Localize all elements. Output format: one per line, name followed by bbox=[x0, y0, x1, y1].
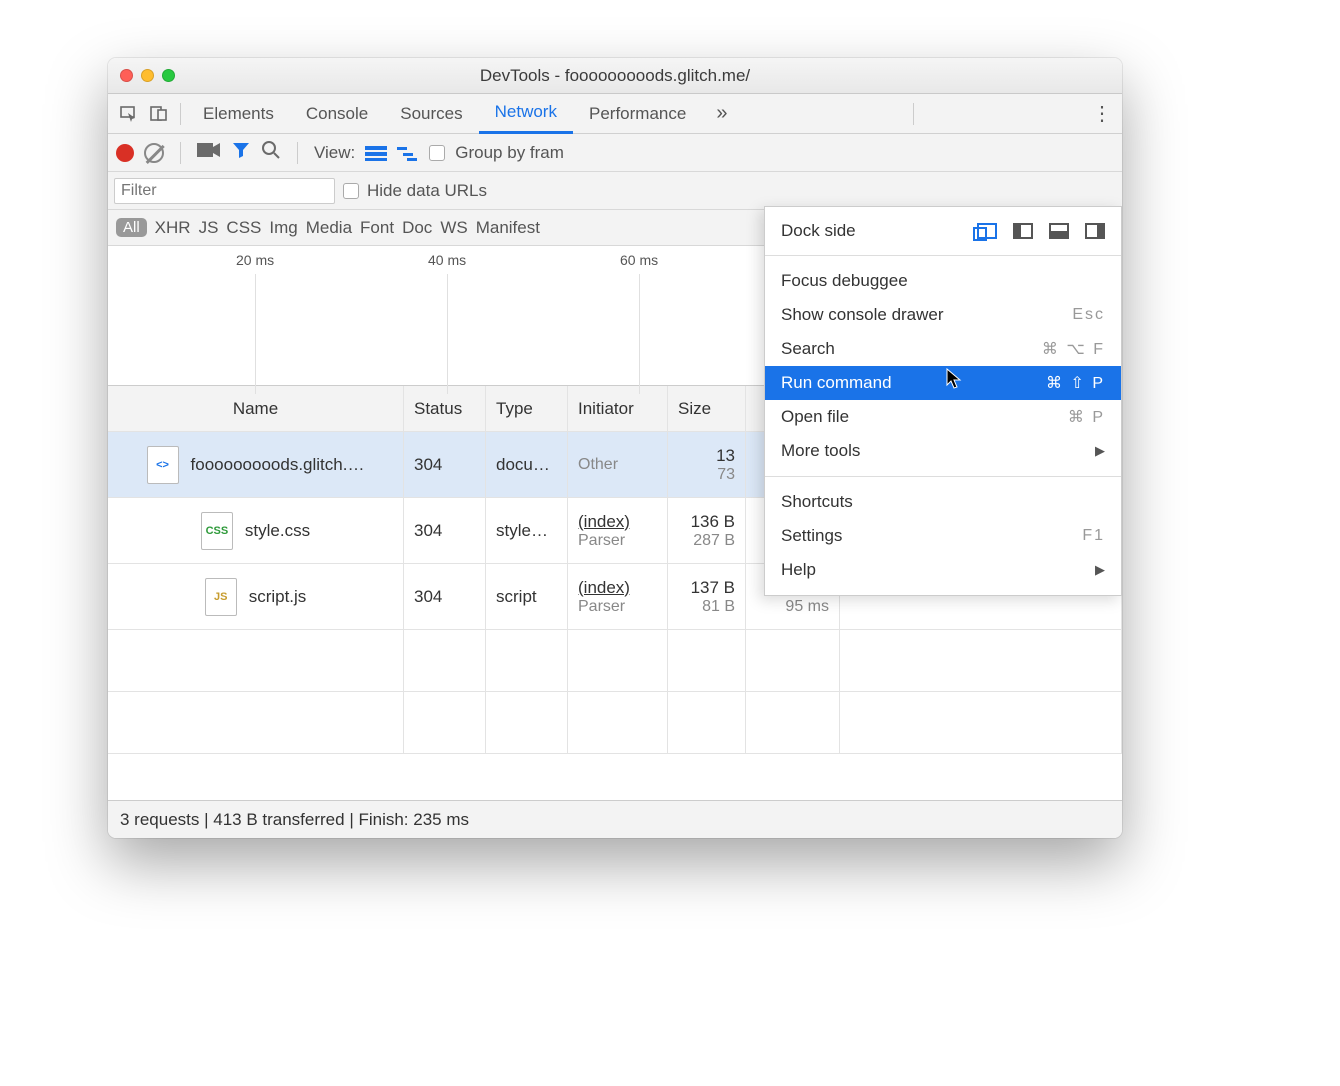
menu-item-open-file[interactable]: Open file⌘ P bbox=[765, 400, 1121, 434]
inspect-icon[interactable] bbox=[114, 99, 144, 129]
menu-item-focus-debuggee[interactable]: Focus debuggee bbox=[765, 264, 1121, 298]
filter-icon[interactable] bbox=[231, 140, 251, 165]
menu-item-run-command[interactable]: Run command⌘ ⇧ P bbox=[765, 366, 1121, 400]
table-row bbox=[108, 692, 1122, 754]
type-filter-img[interactable]: Img bbox=[269, 218, 297, 238]
col-initiator[interactable]: Initiator bbox=[568, 386, 668, 431]
col-status[interactable]: Status bbox=[404, 386, 486, 431]
view-label: View: bbox=[314, 143, 355, 163]
tab-network[interactable]: Network bbox=[479, 94, 573, 134]
status-text: 3 requests | 413 B transferred | Finish:… bbox=[120, 810, 469, 830]
type-filter-media[interactable]: Media bbox=[306, 218, 352, 238]
dock-right-icon[interactable] bbox=[1085, 223, 1105, 239]
cursor-icon bbox=[946, 368, 964, 396]
timeline-tick: 40 ms bbox=[428, 252, 466, 268]
col-size[interactable]: Size bbox=[668, 386, 746, 431]
group-checkbox[interactable] bbox=[429, 145, 445, 161]
titlebar: DevTools - fooooooooods.glitch.me/ bbox=[108, 58, 1122, 94]
timeline-tick: 60 ms bbox=[620, 252, 658, 268]
record-button[interactable] bbox=[116, 144, 134, 162]
type-filter-manifest[interactable]: Manifest bbox=[476, 218, 540, 238]
search-icon[interactable] bbox=[261, 140, 281, 165]
timeline-tick: 20 ms bbox=[236, 252, 274, 268]
main-menu: Dock side Focus debuggeeShow console dra… bbox=[764, 206, 1122, 596]
tab-elements[interactable]: Elements bbox=[187, 94, 290, 134]
menu-item-more-tools[interactable]: More tools▶ bbox=[765, 434, 1121, 468]
filter-row: Hide data URLs bbox=[108, 172, 1122, 210]
dock-bottom-icon[interactable] bbox=[1049, 223, 1069, 239]
more-tabs-icon[interactable]: » bbox=[702, 102, 741, 125]
group-label: Group by fram bbox=[455, 143, 564, 163]
type-filter-js[interactable]: JS bbox=[199, 218, 219, 238]
window-title: DevTools - fooooooooods.glitch.me/ bbox=[108, 66, 1122, 86]
menu-item-show-console-drawer[interactable]: Show console drawerEsc bbox=[765, 298, 1121, 332]
dock-left-icon[interactable] bbox=[1013, 223, 1033, 239]
network-toolbar: View: Group by fram bbox=[108, 134, 1122, 172]
type-filter-ws[interactable]: WS bbox=[440, 218, 467, 238]
menu-item-help[interactable]: Help▶ bbox=[765, 553, 1121, 587]
menu-item-settings[interactable]: SettingsF1 bbox=[765, 519, 1121, 553]
hide-data-urls-checkbox[interactable] bbox=[343, 183, 359, 199]
tab-console[interactable]: Console bbox=[290, 94, 384, 134]
col-type[interactable]: Type bbox=[486, 386, 568, 431]
large-rows-icon[interactable] bbox=[365, 145, 387, 161]
camera-icon[interactable] bbox=[197, 141, 221, 164]
kebab-menu-icon[interactable]: ⋮ bbox=[1092, 101, 1112, 126]
status-bar: 3 requests | 413 B transferred | Finish:… bbox=[108, 800, 1122, 838]
tab-sources[interactable]: Sources bbox=[384, 94, 478, 134]
panel-tabs: ElementsConsoleSourcesNetworkPerformance… bbox=[108, 94, 1122, 134]
tab-performance[interactable]: Performance bbox=[573, 94, 702, 134]
type-filter-all[interactable]: All bbox=[116, 218, 147, 237]
dock-undock-icon[interactable] bbox=[977, 223, 997, 239]
type-filter-css[interactable]: CSS bbox=[226, 218, 261, 238]
type-filter-xhr[interactable]: XHR bbox=[155, 218, 191, 238]
table-row bbox=[108, 630, 1122, 692]
type-filter-font[interactable]: Font bbox=[360, 218, 394, 238]
type-filter-doc[interactable]: Doc bbox=[402, 218, 432, 238]
clear-button[interactable] bbox=[144, 143, 164, 163]
menu-item-shortcuts[interactable]: Shortcuts bbox=[765, 485, 1121, 519]
filter-input[interactable] bbox=[114, 178, 335, 204]
menu-item-search[interactable]: Search⌘ ⌥ F bbox=[765, 332, 1121, 366]
devtools-window: DevTools - fooooooooods.glitch.me/ Eleme… bbox=[108, 58, 1122, 838]
waterfall-icon[interactable] bbox=[397, 145, 419, 161]
hide-data-urls-label: Hide data URLs bbox=[367, 181, 487, 201]
device-toggle-icon[interactable] bbox=[144, 99, 174, 129]
dock-side-label: Dock side bbox=[781, 221, 856, 241]
